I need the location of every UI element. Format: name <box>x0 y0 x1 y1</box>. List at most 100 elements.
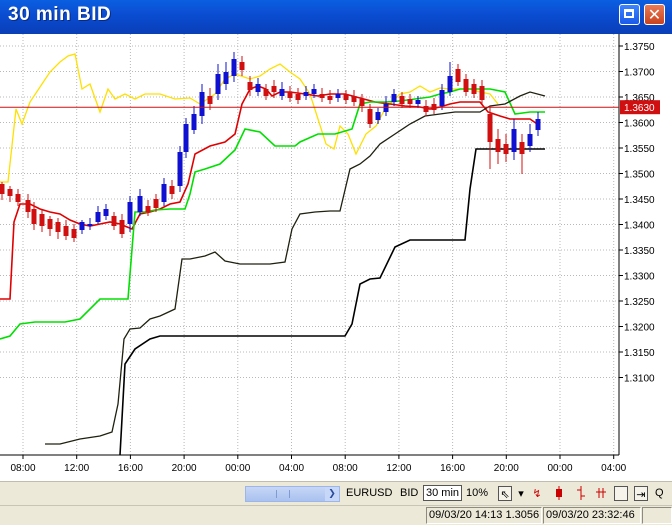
period-selector[interactable]: 30 min <box>423 485 463 501</box>
bear-candle <box>359 99 365 106</box>
zoom-label[interactable]: 10% <box>466 487 488 499</box>
horizontal-scrollbar[interactable]: ❯ <box>245 486 340 502</box>
bull-candle <box>191 114 197 130</box>
bar-chart-icon[interactable] <box>594 486 608 501</box>
bear-candle <box>495 139 501 152</box>
tenkan-line <box>0 85 541 300</box>
status-bar: 09/03/20 14:13 1.3056 09/03/20 23:32:46 <box>0 505 672 525</box>
bull-candle <box>87 224 93 226</box>
bull-candle <box>103 209 109 216</box>
bear-candle <box>119 220 125 234</box>
bull-candle <box>215 74 221 94</box>
current-price-label: 1.3630 <box>624 103 655 114</box>
dropdown-arrow-icon[interactable]: ▾ <box>514 486 528 501</box>
x-tick-label: 04:00 <box>601 463 626 474</box>
bear-candle <box>519 142 525 154</box>
bear-candle <box>319 94 325 98</box>
bear-candle <box>327 96 333 100</box>
x-tick-label: 00:00 <box>547 463 572 474</box>
bull-candle <box>311 89 317 94</box>
x-tick-label: 16:00 <box>118 463 143 474</box>
bear-candle <box>295 94 301 100</box>
side-label[interactable]: BID <box>400 487 418 499</box>
bear-candle <box>169 186 175 194</box>
x-tick-label: 08:00 <box>10 463 35 474</box>
y-tick-label: 1.3500 <box>624 170 655 181</box>
bear-candle <box>25 200 31 212</box>
bull-candle <box>223 72 229 84</box>
bull-candle <box>279 89 285 96</box>
bull-candle <box>415 100 421 104</box>
x-tick-label: 20:00 <box>494 463 519 474</box>
bear-candle <box>463 79 469 92</box>
y-tick-label: 1.3200 <box>624 323 655 334</box>
bear-candle <box>15 194 21 202</box>
bull-candle <box>511 129 517 152</box>
price-chart[interactable]: 1.3750 1.3700 1.3650 1.3600 1.3550 1.3500 1.34… <box>0 34 672 481</box>
bear-candle <box>111 216 117 226</box>
status-extra <box>642 507 672 524</box>
scroll-thumb[interactable] <box>276 490 290 498</box>
bull-candle <box>391 94 397 102</box>
cursor-icon[interactable]: ⇖ <box>498 486 512 501</box>
exit-icon[interactable]: ⇥ <box>634 486 648 501</box>
x-tick-label: 16:00 <box>440 463 465 474</box>
kijun-line <box>0 53 499 183</box>
query-icon[interactable]: Q <box>655 487 664 499</box>
bear-candle <box>479 86 485 100</box>
bull-candle <box>383 104 389 112</box>
y-tick-label: 1.3400 <box>624 221 655 232</box>
bull-candle <box>535 119 541 130</box>
y-tick-label: 1.3150 <box>624 348 655 359</box>
bear-candle <box>31 209 37 224</box>
x-tick-label: 04:00 <box>279 463 304 474</box>
x-tick-label: 00:00 <box>225 463 250 474</box>
bear-candle <box>55 222 61 232</box>
bull-candle <box>255 84 261 92</box>
bear-candle <box>153 199 159 208</box>
y-tick-label: 1.3750 <box>624 42 655 53</box>
bear-candle <box>351 96 357 102</box>
candlestick-icon[interactable] <box>552 486 566 501</box>
bear-candle <box>287 92 293 98</box>
maximize-button[interactable] <box>619 4 640 25</box>
scroll-right-arrow-icon[interactable]: ❯ <box>325 487 339 501</box>
y-tick-label: 1.3350 <box>624 246 655 257</box>
x-tick-label: 12:00 <box>386 463 411 474</box>
bear-candle <box>343 94 349 100</box>
bear-candle <box>207 96 213 104</box>
y-tick-label: 1.3550 <box>624 144 655 155</box>
bear-candle <box>503 144 509 154</box>
ohlc-bar-icon[interactable] <box>574 486 588 501</box>
x-tick-label: 20:00 <box>172 463 197 474</box>
bear-candle <box>0 184 5 194</box>
y-tick-label: 1.3300 <box>624 272 655 283</box>
title-bar: 30 min BID ✕ <box>0 0 672 34</box>
bear-candle <box>407 99 413 104</box>
bear-candle <box>47 219 53 229</box>
bull-candle <box>127 202 133 224</box>
status-end: 09/03/20 23:32:46 <box>543 507 641 524</box>
status-price: 1.3056 <box>505 509 540 521</box>
status-start: 09/03/20 14:13 <box>429 509 503 521</box>
window-title: 30 min BID <box>8 4 112 25</box>
bear-candle <box>271 86 277 92</box>
chikou-line <box>45 91 546 445</box>
bull-candle <box>527 134 533 146</box>
separator-box-icon[interactable] <box>614 486 628 501</box>
bull-candle <box>177 152 183 186</box>
bull-candle <box>199 92 205 116</box>
bull-candle <box>95 212 101 222</box>
status-start-cell: 09/03/20 14:13 1.3056 <box>426 507 542 524</box>
bear-candle <box>239 62 245 70</box>
trend-line-icon[interactable]: ↯ <box>530 486 544 501</box>
bull-candle <box>335 94 341 98</box>
symbol-label[interactable]: EURUSD <box>346 487 392 499</box>
bear-candle <box>399 96 405 104</box>
close-button[interactable]: ✕ <box>644 4 665 25</box>
bear-candle <box>455 69 461 82</box>
bear-candle <box>471 84 477 94</box>
bear-candle <box>39 214 45 226</box>
bull-candle <box>375 112 381 120</box>
bear-candle <box>7 189 13 196</box>
